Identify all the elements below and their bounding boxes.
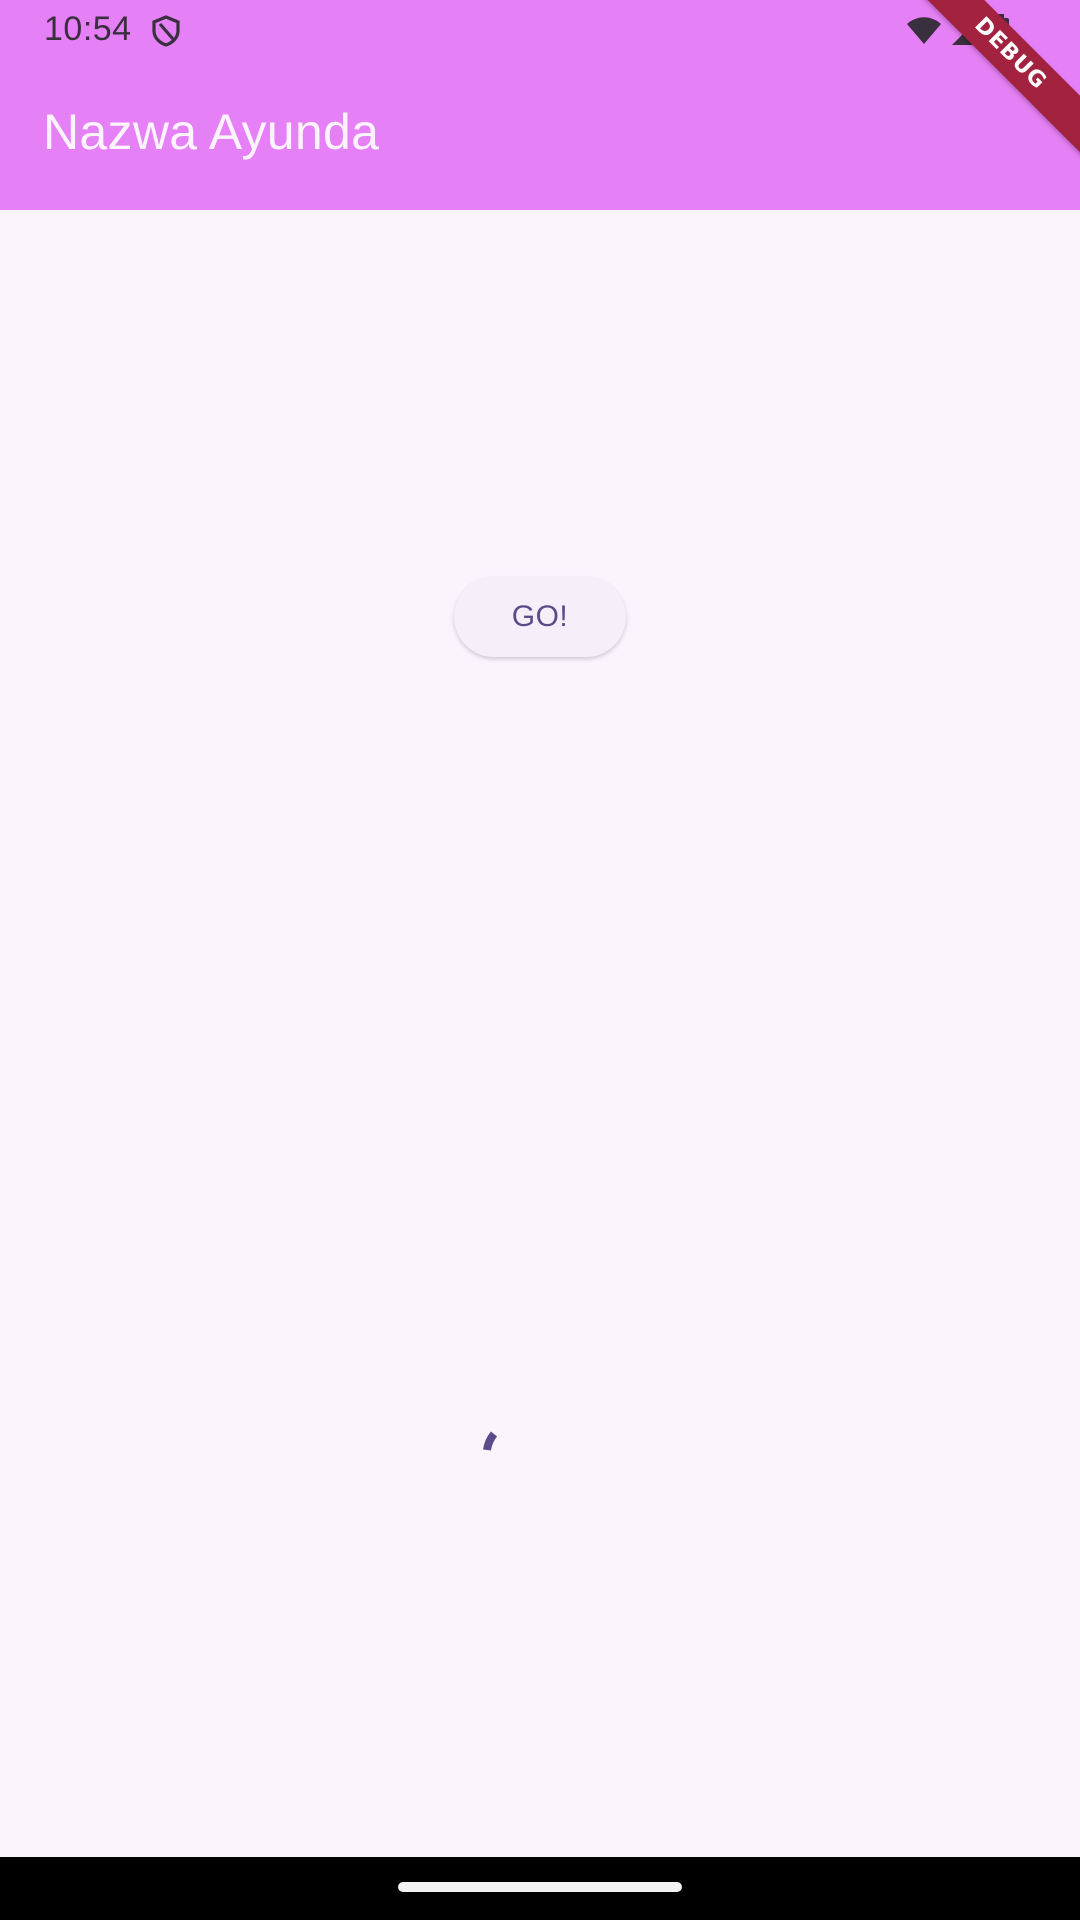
app-screen: 10:54 Nazwa Ayunda DEBUG GO! (0, 0, 1080, 1920)
status-time: 10:54 (44, 10, 132, 48)
status-bar: 10:54 (0, 0, 1080, 63)
status-icons (906, 14, 1010, 48)
app-bar: Nazwa Ayunda (0, 63, 1080, 210)
signal-icon (950, 16, 982, 46)
home-gesture-handle[interactable] (398, 1882, 682, 1892)
battery-icon (990, 14, 1010, 48)
navigation-bar (0, 1857, 1080, 1920)
go-button[interactable]: GO! (454, 577, 626, 657)
loading-spinner-icon (480, 1420, 520, 1480)
app-bar-title: Nazwa Ayunda (43, 104, 380, 160)
shield-icon (150, 14, 182, 48)
wifi-icon (906, 16, 942, 46)
